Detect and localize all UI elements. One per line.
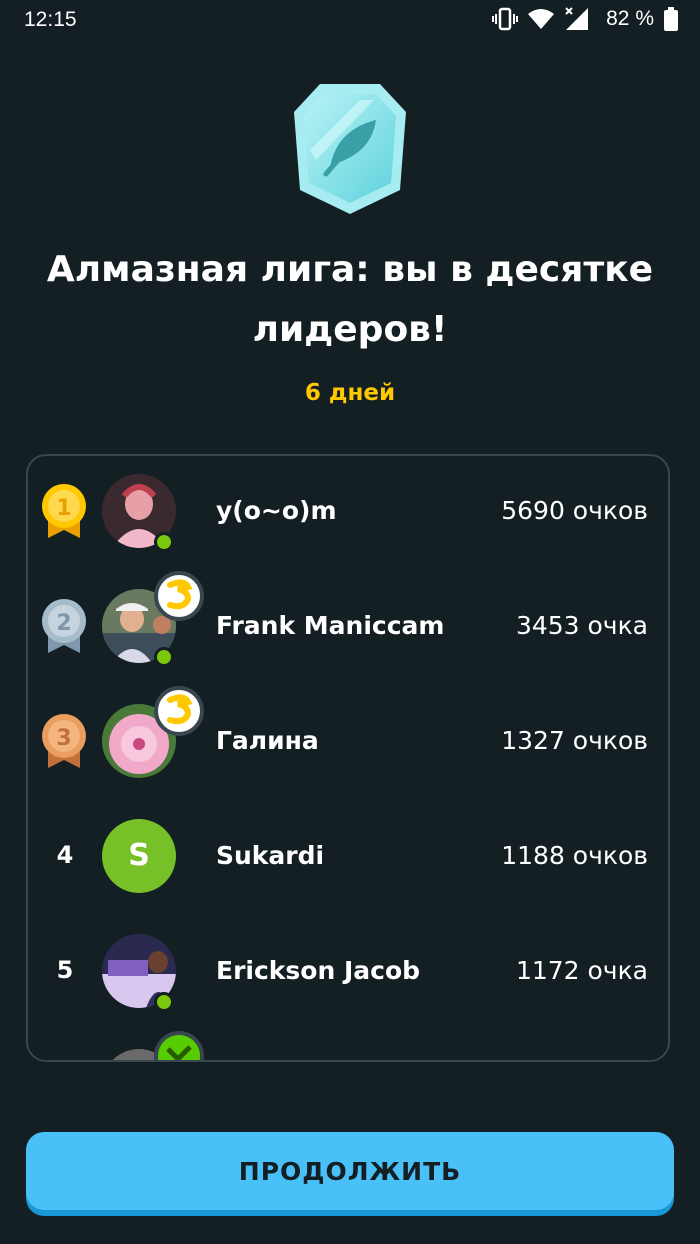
continue-button[interactable]: ПРОДОЛЖИТЬ [26,1132,674,1210]
leaderboard-row[interactable]: 5 Erickson Jacob 1172 очка [28,916,668,1031]
rank-number: 5 [56,956,74,984]
user-name: Галина [216,726,319,755]
silver-medal-icon: 2 [40,597,88,655]
streak-badge-icon [154,1031,204,1060]
user-xp: 3453 очка [515,611,648,640]
battery-icon [664,7,678,31]
user-xp: 1327 очков [501,726,648,755]
battery-percent: 82 % [606,7,654,30]
online-indicator [154,647,174,667]
svg-text:2: 2 [56,611,71,636]
user-xp: 5690 очков [501,496,648,525]
rank-number: 4 [56,841,74,869]
status-time: 12:15 [24,8,77,31]
league-badge [290,80,410,218]
streak-badge-icon [154,571,204,621]
leaderboard-row-partial[interactable] [28,1031,668,1060]
streak-badge-icon [154,686,204,736]
user-name: y(o~o)m [216,496,337,525]
avatar: S [102,819,176,893]
bronze-medal-icon: 3 [40,712,88,770]
user-name: Frank Maniccam [216,611,445,640]
user-name: Erickson Jacob [216,956,421,985]
leaderboard[interactable]: 1 y(o~o)m 5690 очков 2 Frank Maniccam 34… [26,454,670,1062]
online-indicator [154,532,174,552]
leaderboard-row[interactable]: 3 Галина 1327 очков [28,686,668,801]
online-indicator [154,992,174,1012]
svg-text:1: 1 [56,496,71,521]
leaderboard-row[interactable]: 1 y(o~o)m 5690 очков [28,456,668,571]
signal-icon [564,6,592,32]
league-title: Алмазная лига: вы в десятке лидеров! [46,249,654,350]
status-icons: 82 % [492,6,678,32]
leaderboard-row[interactable]: 4 S Sukardi 1188 очков [28,801,668,916]
user-name: Sukardi [216,841,325,870]
time-remaining: 6 дней [304,380,396,406]
user-xp: 1188 очков [501,841,648,870]
vibrate-icon [492,7,519,31]
wifi-icon [528,8,555,30]
leaderboard-row[interactable]: 2 Frank Maniccam 3453 очка [28,571,668,686]
gold-medal-icon: 1 [40,482,88,540]
status-bar: 12:15 82 % [0,0,700,42]
svg-text:3: 3 [56,726,71,751]
user-xp: 1172 очка [515,956,648,985]
